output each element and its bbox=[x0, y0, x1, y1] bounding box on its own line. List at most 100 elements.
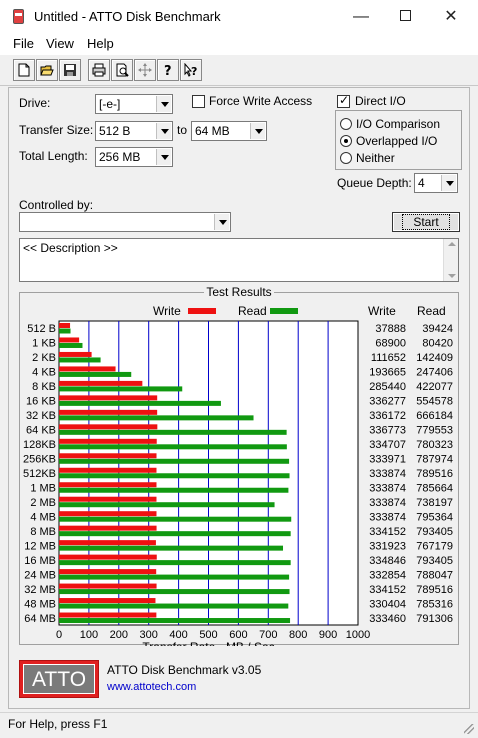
resize-grip-icon[interactable] bbox=[464, 724, 474, 734]
read-bar bbox=[59, 618, 291, 624]
new-file-icon bbox=[18, 63, 30, 77]
category-label: 16 KB bbox=[26, 396, 56, 408]
x-axis-label: Transfer Rate - MB / Sec bbox=[142, 640, 274, 646]
description-scrollbar[interactable] bbox=[443, 239, 458, 281]
write-value: 336773 bbox=[369, 425, 406, 437]
write-value: 333971 bbox=[369, 454, 406, 466]
context-help-icon: ? bbox=[184, 63, 197, 77]
print-preview-icon bbox=[116, 63, 129, 77]
scroll-up-icon[interactable] bbox=[448, 242, 456, 246]
io-comparison-label[interactable]: I/O Comparison bbox=[356, 117, 440, 131]
write-bar bbox=[59, 496, 157, 502]
drive-value: [-e-] bbox=[99, 97, 121, 111]
write-bar bbox=[59, 467, 157, 473]
read-value: 793405 bbox=[416, 555, 453, 567]
app-icon[interactable] bbox=[13, 9, 24, 24]
write-value: 334152 bbox=[369, 526, 406, 538]
read-bar bbox=[59, 560, 291, 566]
total-length-select[interactable]: 256 MB bbox=[95, 147, 173, 167]
chevron-down-icon[interactable] bbox=[250, 123, 265, 139]
controlled-by-select[interactable] bbox=[19, 212, 231, 232]
write-value: 336277 bbox=[369, 396, 406, 408]
close-button[interactable]: ✕ bbox=[428, 0, 474, 33]
read-value: 779553 bbox=[416, 425, 453, 437]
category-label: 4 MB bbox=[30, 511, 56, 523]
context-help-button[interactable]: ? bbox=[180, 59, 202, 81]
transfer-size-from-select[interactable]: 512 B bbox=[95, 121, 173, 141]
write-value: 334707 bbox=[369, 439, 406, 451]
neither-radio[interactable] bbox=[340, 152, 352, 164]
menu-file[interactable]: File bbox=[13, 36, 34, 51]
x-tick-label: 0 bbox=[56, 629, 62, 641]
read-value: 785664 bbox=[416, 482, 453, 494]
write-bar bbox=[59, 337, 80, 343]
read-bar bbox=[59, 473, 290, 479]
category-label: 48 MB bbox=[24, 598, 56, 610]
atto-logo: ATTO bbox=[19, 660, 99, 698]
atto-logo-text: ATTO bbox=[23, 664, 95, 694]
category-label: 32 MB bbox=[24, 584, 56, 596]
write-bar bbox=[59, 453, 157, 459]
menu-help[interactable]: Help bbox=[87, 36, 114, 51]
write-bar bbox=[59, 612, 157, 618]
queue-depth-select[interactable]: 4 bbox=[414, 173, 458, 193]
overlapped-io-label[interactable]: Overlapped I/O bbox=[356, 134, 437, 148]
read-bar bbox=[59, 342, 83, 348]
read-value: 791306 bbox=[416, 613, 453, 625]
write-bar bbox=[59, 583, 157, 589]
category-label: 8 KB bbox=[32, 381, 56, 393]
read-bar bbox=[59, 357, 101, 363]
product-url-link[interactable]: www.attotech.com bbox=[107, 681, 196, 693]
transfer-size-to-select[interactable]: 64 MB bbox=[191, 121, 267, 141]
force-write-access-label[interactable]: Force Write Access bbox=[209, 94, 312, 108]
help-button[interactable]: ? bbox=[157, 59, 179, 81]
read-bar bbox=[59, 545, 284, 551]
transfer-to-label: to bbox=[177, 123, 188, 137]
chevron-down-icon[interactable] bbox=[214, 214, 229, 230]
category-label: 128KB bbox=[23, 439, 56, 451]
maximize-button[interactable] bbox=[382, 0, 428, 33]
read-bar bbox=[59, 328, 71, 334]
category-label: 32 KB bbox=[26, 410, 56, 422]
start-button[interactable]: Start bbox=[392, 212, 460, 232]
menu-bar: File View Help bbox=[0, 33, 478, 55]
svg-text:?: ? bbox=[164, 64, 172, 77]
x-tick-label: 800 bbox=[289, 629, 307, 641]
print-preview-button[interactable] bbox=[111, 59, 133, 81]
write-bar bbox=[59, 598, 156, 604]
force-write-access-checkbox[interactable] bbox=[192, 95, 205, 108]
open-button[interactable] bbox=[36, 59, 58, 81]
read-bar bbox=[59, 444, 287, 450]
minimize-button[interactable]: — bbox=[338, 0, 384, 33]
read-bar bbox=[59, 458, 290, 464]
queue-depth-label: Queue Depth: bbox=[337, 176, 412, 190]
print-icon bbox=[92, 63, 106, 77]
chevron-down-icon[interactable] bbox=[156, 123, 171, 139]
move-button[interactable] bbox=[134, 59, 156, 81]
read-value: 738197 bbox=[416, 497, 453, 509]
scroll-down-icon[interactable] bbox=[448, 274, 456, 278]
drive-select[interactable]: [-e-] bbox=[95, 94, 173, 114]
new-button[interactable] bbox=[13, 59, 35, 81]
write-value: 111652 bbox=[371, 352, 406, 364]
main-panel: Drive: [-e-] Force Write Access Direct I… bbox=[8, 87, 470, 709]
read-value: 142409 bbox=[416, 352, 453, 364]
read-value: 80420 bbox=[422, 338, 453, 350]
toolbar: ? ? bbox=[0, 56, 478, 86]
description-textarea[interactable]: << Description >> bbox=[19, 238, 459, 282]
overlapped-io-radio[interactable] bbox=[340, 135, 352, 147]
io-comparison-radio[interactable] bbox=[340, 118, 352, 130]
menu-view[interactable]: View bbox=[46, 36, 74, 51]
category-label: 64 KB bbox=[26, 425, 56, 437]
chevron-down-icon[interactable] bbox=[441, 175, 456, 191]
direct-io-label[interactable]: Direct I/O bbox=[355, 94, 406, 108]
write-value: 37888 bbox=[375, 323, 406, 335]
print-button[interactable] bbox=[88, 59, 110, 81]
read-bar bbox=[59, 429, 287, 435]
direct-io-checkbox[interactable] bbox=[337, 93, 350, 108]
save-button[interactable] bbox=[59, 59, 81, 81]
chevron-down-icon[interactable] bbox=[156, 149, 171, 165]
neither-label[interactable]: Neither bbox=[356, 151, 395, 165]
write-value: 330404 bbox=[369, 598, 406, 610]
chevron-down-icon[interactable] bbox=[156, 96, 171, 112]
